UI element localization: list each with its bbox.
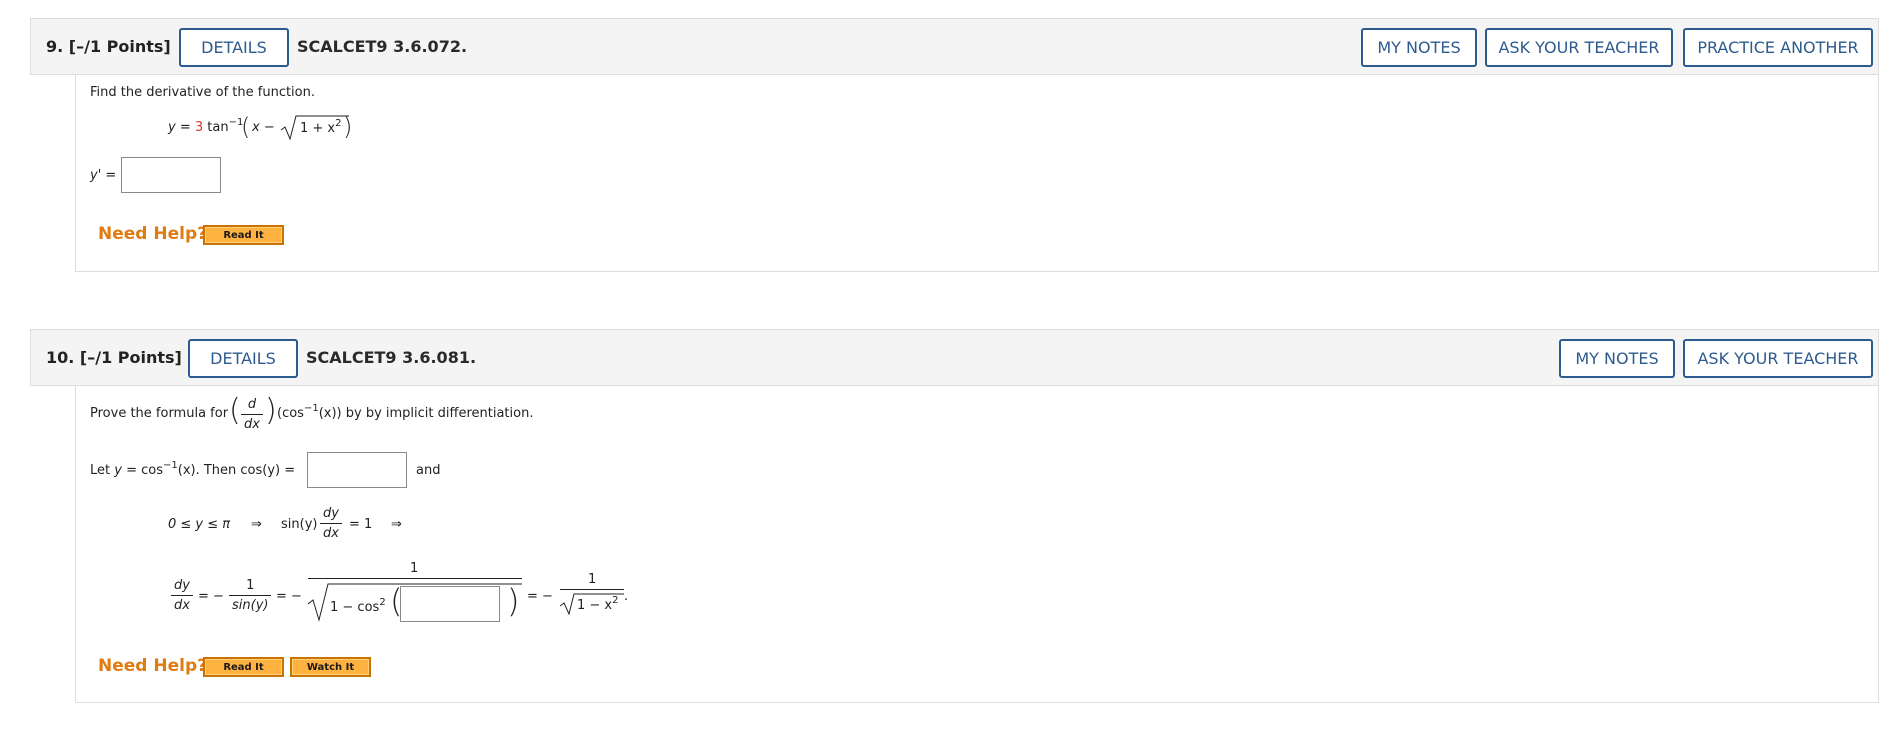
fraction-denominator: dx (241, 414, 263, 432)
details-button[interactable]: DETAILS (188, 339, 298, 378)
function-name: tan (207, 120, 229, 135)
fraction-numerator: 1 (410, 561, 419, 576)
question-10-header: 10. [–/1 Points] DETAILS SCALCET9 3.6.08… (30, 329, 1879, 386)
radicand: 1 − cos2 (330, 597, 386, 615)
fraction-numerator: dy (174, 578, 190, 593)
implies-arrow: ⇒ (251, 517, 262, 532)
prompt-cos-expression: (cos−1(x)) by by implicit differentiatio… (277, 403, 534, 421)
fraction-numerator: d (247, 397, 257, 412)
fraction-bar (308, 578, 522, 579)
fraction-bar (560, 589, 624, 590)
sin-y: sin(y) (281, 517, 318, 532)
answer-label: y' = (90, 168, 117, 183)
dy-dx-fraction: dy dx (171, 578, 193, 613)
let-then: (x). Then cos(y) = (177, 463, 296, 478)
question-9-body (75, 75, 1879, 272)
derivative-answer-input[interactable] (121, 157, 221, 193)
paren-open: ( (241, 113, 251, 141)
one-over-sin-fraction: 1 sin(y) (229, 578, 272, 613)
paren-close: ) (507, 582, 520, 620)
let-word: Let (90, 463, 111, 478)
let-statement: Let y = cos−1(x). Then cos(y) = (90, 460, 296, 478)
need-help-label: Need Help? (98, 656, 207, 676)
implies-arrow: ⇒ (391, 517, 402, 532)
let-variable: y (114, 463, 122, 478)
prompt-cos: (cos (277, 406, 304, 421)
radicand-text: 1 − cos (330, 600, 380, 615)
d-dx-fraction: d dx (241, 397, 263, 432)
question-9-number: 9. [–/1 Points] (46, 37, 171, 56)
paren-open: ( (229, 393, 241, 428)
equals-minus: = − (527, 589, 553, 604)
fraction-denominator: sin(y) (229, 595, 272, 613)
question-number: 9. (46, 37, 64, 56)
question-prompt: Prove the formula for (90, 406, 229, 421)
fraction-numerator: 1 (588, 572, 597, 587)
ask-your-teacher-button[interactable]: ASK YOUR TEACHER (1683, 339, 1873, 378)
fraction-numerator: dy (323, 506, 339, 521)
read-it-button[interactable]: Read It (203, 657, 284, 677)
equals-minus: = − (198, 589, 224, 604)
function-coefficient: 3 (194, 120, 204, 135)
equals-one: = 1 (349, 517, 373, 532)
question-9-header: 9. [–/1 Points] DETAILS SCALCET9 3.6.072… (30, 18, 1879, 75)
cos-y-answer-input[interactable] (307, 452, 407, 488)
watch-it-button[interactable]: Watch It (290, 657, 371, 677)
question-number: 10. (46, 348, 75, 367)
question-prompt: Find the derivative of the function. (90, 85, 315, 100)
question-points: [–/1 Points] (68, 37, 171, 56)
need-help-label: Need Help? (98, 224, 207, 244)
question-10-number: 10. [–/1 Points] (46, 348, 182, 367)
dy-dx-fraction: dy dx (320, 506, 342, 541)
my-notes-button[interactable]: MY NOTES (1361, 28, 1477, 67)
paren-close: ) (343, 113, 353, 141)
function-expression: y = 3 tan−1 (168, 117, 243, 135)
question-10-body (75, 386, 1879, 703)
paren-close: ) (265, 393, 277, 428)
fraction-denominator: dx (320, 523, 342, 541)
fraction-denominator: dx (171, 595, 193, 613)
period: . (624, 589, 629, 604)
cos-squared-answer-input[interactable] (400, 586, 500, 622)
range-statement: 0 ≤ y ≤ π (168, 517, 231, 532)
my-notes-button[interactable]: MY NOTES (1559, 339, 1675, 378)
let-exponent: −1 (163, 460, 178, 471)
radicand-exponent: 2 (335, 118, 342, 129)
radicand: 1 + x2 (300, 118, 342, 136)
equals-minus: = − (276, 589, 302, 604)
practice-another-button[interactable]: PRACTICE ANOTHER (1683, 28, 1873, 67)
and-word: and (416, 463, 441, 478)
prompt-end: (x)) by by implicit differentiation. (318, 406, 534, 421)
radicand-text: 1 − x (577, 598, 613, 613)
read-it-button[interactable]: Read It (203, 225, 284, 245)
radicand-exponent: 2 (612, 595, 619, 606)
ask-your-teacher-button[interactable]: ASK YOUR TEACHER (1485, 28, 1673, 67)
details-button[interactable]: DETAILS (179, 28, 289, 67)
function-lhs: y = (168, 120, 191, 135)
prompt-cos-exponent: −1 (303, 403, 319, 414)
radicand-exponent: 2 (379, 597, 386, 608)
radicand-text: 1 + x (300, 121, 336, 136)
question-points: [–/1 Points] (79, 348, 182, 367)
question-code: SCALCET9 3.6.072. (297, 37, 468, 56)
let-equals-cos: = cos (126, 463, 163, 478)
function-inner: x − (252, 120, 275, 135)
radicand: 1 − x2 (577, 595, 619, 613)
question-code: SCALCET9 3.6.081. (306, 348, 477, 367)
fraction-numerator: 1 (246, 578, 255, 593)
